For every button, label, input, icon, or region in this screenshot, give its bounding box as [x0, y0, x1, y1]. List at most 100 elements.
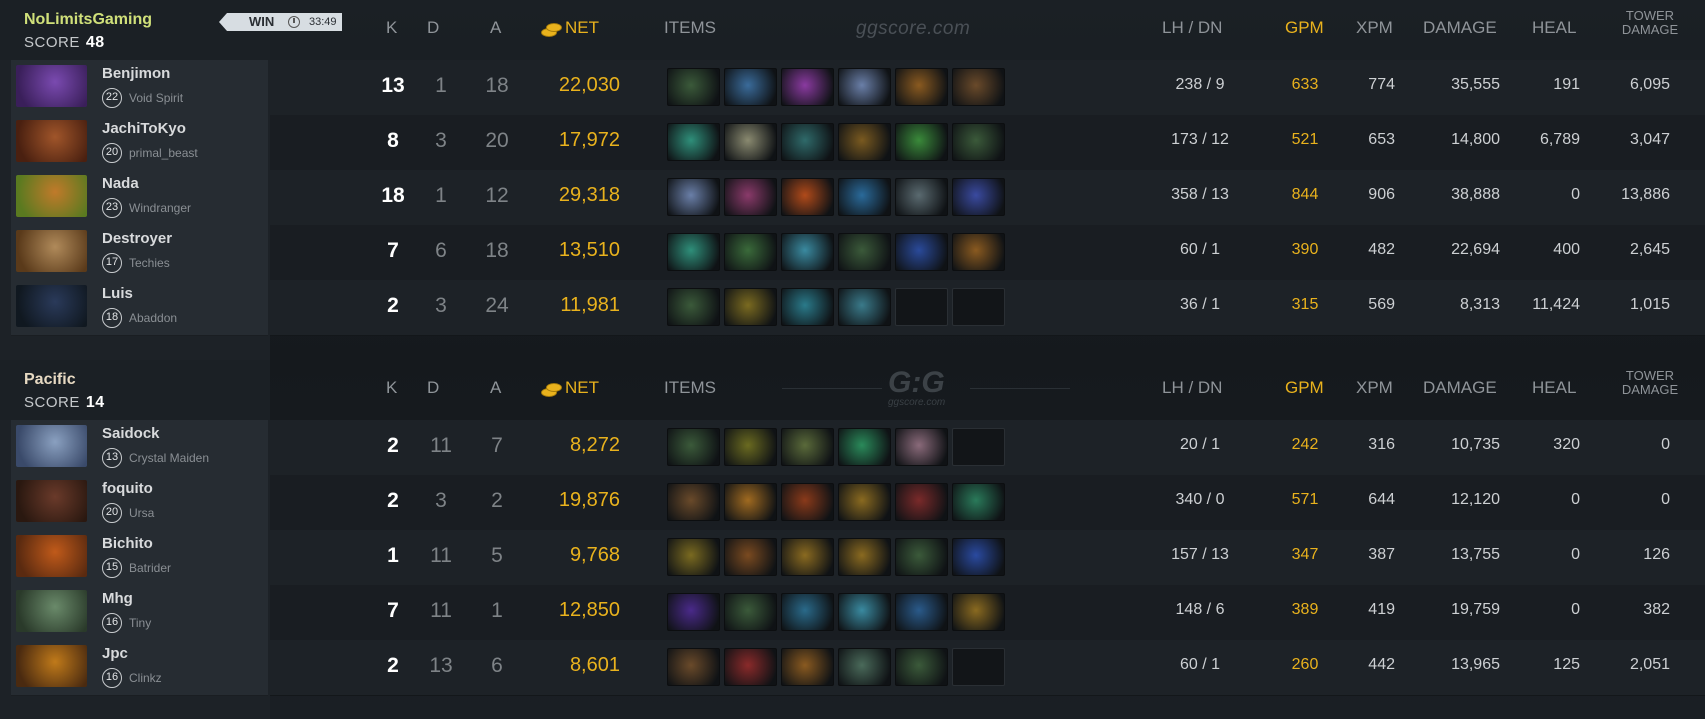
- item-slot-icon[interactable]: [952, 483, 1005, 521]
- col-header-k[interactable]: K: [386, 378, 397, 398]
- col-header-k[interactable]: K: [386, 18, 397, 38]
- team-name[interactable]: NoLimitsGaming: [24, 11, 152, 29]
- col-header-xpm[interactable]: XPM: [1356, 378, 1393, 398]
- item-slot-icon[interactable]: [724, 428, 777, 466]
- team-name[interactable]: Pacific: [24, 371, 76, 389]
- item-slot-icon[interactable]: [667, 428, 720, 466]
- item-slot-icon[interactable]: [724, 68, 777, 106]
- item-slot-icon[interactable]: [667, 593, 720, 631]
- col-header-d[interactable]: D: [427, 378, 439, 398]
- empty-item-slot[interactable]: [895, 288, 948, 326]
- player-card[interactable]: JachiToKyo 20 primal_beast: [11, 115, 268, 171]
- item-slot-icon[interactable]: [838, 428, 891, 466]
- hero-portrait[interactable]: [16, 175, 87, 217]
- item-slot-icon[interactable]: [724, 178, 777, 216]
- item-slot-icon[interactable]: [724, 233, 777, 271]
- item-slot-icon[interactable]: [838, 178, 891, 216]
- player-card[interactable]: Nada 23 Windranger: [11, 170, 268, 226]
- player-card[interactable]: Saidock 13 Crystal Maiden: [11, 420, 268, 476]
- empty-item-slot[interactable]: [952, 428, 1005, 466]
- item-slot-icon[interactable]: [781, 593, 834, 631]
- col-header-net[interactable]: NET: [541, 378, 599, 398]
- player-card[interactable]: foquito 20 Ursa: [11, 475, 268, 531]
- item-slot-icon[interactable]: [781, 233, 834, 271]
- player-card[interactable]: Luis 18 Abaddon: [11, 280, 268, 336]
- hero-portrait[interactable]: [16, 645, 87, 687]
- empty-item-slot[interactable]: [952, 648, 1005, 686]
- col-header-lh-dn[interactable]: LH / DN: [1162, 18, 1222, 38]
- item-slot-icon[interactable]: [952, 123, 1005, 161]
- item-slot-icon[interactable]: [724, 593, 777, 631]
- item-slot-icon[interactable]: [667, 233, 720, 271]
- item-slot-icon[interactable]: [952, 538, 1005, 576]
- col-header-tower-damage[interactable]: TOWER DAMAGE: [1615, 369, 1685, 397]
- item-slot-icon[interactable]: [895, 593, 948, 631]
- item-slot-icon[interactable]: [838, 68, 891, 106]
- hero-portrait[interactable]: [16, 480, 87, 522]
- item-slot-icon[interactable]: [781, 483, 834, 521]
- col-header-tower-damage[interactable]: TOWER DAMAGE: [1615, 9, 1685, 37]
- item-slot-icon[interactable]: [895, 538, 948, 576]
- item-slot-icon[interactable]: [667, 538, 720, 576]
- item-slot-icon[interactable]: [838, 538, 891, 576]
- item-slot-icon[interactable]: [895, 233, 948, 271]
- col-header-gpm[interactable]: GPM: [1285, 18, 1324, 38]
- item-slot-icon[interactable]: [781, 123, 834, 161]
- item-slot-icon[interactable]: [895, 178, 948, 216]
- hero-portrait[interactable]: [16, 120, 87, 162]
- item-slot-icon[interactable]: [838, 593, 891, 631]
- player-name[interactable]: Jpc: [102, 645, 128, 662]
- player-name[interactable]: foquito: [102, 480, 153, 497]
- item-slot-icon[interactable]: [781, 648, 834, 686]
- col-header-a[interactable]: A: [490, 18, 501, 38]
- col-header-items[interactable]: ITEMS: [664, 18, 716, 38]
- item-slot-icon[interactable]: [781, 538, 834, 576]
- col-header-gpm[interactable]: GPM: [1285, 378, 1324, 398]
- player-name[interactable]: Bichito: [102, 535, 153, 552]
- item-slot-icon[interactable]: [952, 593, 1005, 631]
- player-card[interactable]: Jpc 16 Clinkz: [11, 640, 268, 696]
- col-header-d[interactable]: D: [427, 18, 439, 38]
- player-card[interactable]: Destroyer 17 Techies: [11, 225, 268, 281]
- item-slot-icon[interactable]: [895, 68, 948, 106]
- item-slot-icon[interactable]: [838, 288, 891, 326]
- item-slot-icon[interactable]: [952, 233, 1005, 271]
- item-slot-icon[interactable]: [895, 123, 948, 161]
- item-slot-icon[interactable]: [838, 648, 891, 686]
- player-name[interactable]: JachiToKyo: [102, 120, 186, 137]
- item-slot-icon[interactable]: [838, 233, 891, 271]
- col-header-xpm[interactable]: XPM: [1356, 18, 1393, 38]
- hero-portrait[interactable]: [16, 230, 87, 272]
- col-header-items[interactable]: ITEMS: [664, 378, 716, 398]
- col-header-a[interactable]: A: [490, 378, 501, 398]
- col-header-damage[interactable]: DAMAGE: [1423, 378, 1497, 398]
- hero-portrait[interactable]: [16, 590, 87, 632]
- item-slot-icon[interactable]: [667, 178, 720, 216]
- item-slot-icon[interactable]: [952, 178, 1005, 216]
- player-card[interactable]: Benjimon 22 Void Spirit: [11, 60, 268, 116]
- hero-portrait[interactable]: [16, 65, 87, 107]
- hero-portrait[interactable]: [16, 285, 87, 327]
- player-name[interactable]: Nada: [102, 175, 139, 192]
- item-slot-icon[interactable]: [724, 648, 777, 686]
- item-slot-icon[interactable]: [781, 288, 834, 326]
- hero-portrait[interactable]: [16, 535, 87, 577]
- item-slot-icon[interactable]: [781, 178, 834, 216]
- player-name[interactable]: Mhg: [102, 590, 133, 607]
- item-slot-icon[interactable]: [667, 68, 720, 106]
- item-slot-icon[interactable]: [667, 123, 720, 161]
- col-header-damage[interactable]: DAMAGE: [1423, 18, 1497, 38]
- item-slot-icon[interactable]: [895, 428, 948, 466]
- player-name[interactable]: Luis: [102, 285, 133, 302]
- item-slot-icon[interactable]: [724, 483, 777, 521]
- item-slot-icon[interactable]: [838, 123, 891, 161]
- col-header-heal[interactable]: HEAL: [1532, 18, 1576, 38]
- item-slot-icon[interactable]: [667, 483, 720, 521]
- col-header-lh-dn[interactable]: LH / DN: [1162, 378, 1222, 398]
- item-slot-icon[interactable]: [952, 68, 1005, 106]
- player-card[interactable]: Bichito 15 Batrider: [11, 530, 268, 586]
- item-slot-icon[interactable]: [781, 68, 834, 106]
- player-card[interactable]: Mhg 16 Tiny: [11, 585, 268, 641]
- item-slot-icon[interactable]: [895, 483, 948, 521]
- player-name[interactable]: Destroyer: [102, 230, 172, 247]
